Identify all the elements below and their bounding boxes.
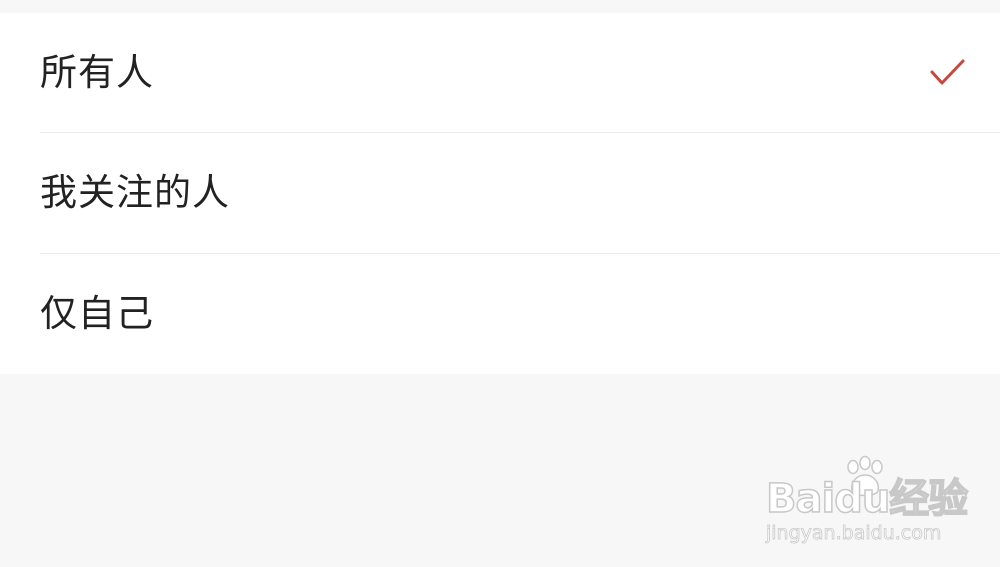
option-everyone[interactable]: 所有人	[0, 13, 1000, 133]
visibility-option-list: 所有人 我关注的人 仅自己	[0, 13, 1000, 374]
watermark-brand: Baidu经验	[765, 476, 969, 522]
checkmark-icon	[930, 59, 965, 85]
top-spacer	[0, 0, 1000, 13]
option-only-me[interactable]: 仅自己	[0, 254, 1000, 374]
baidu-jingyan-watermark: Baidu经验 jingyan.baidu.com	[762, 455, 969, 550]
watermark-url: jingyan.baidu.com	[766, 522, 942, 545]
option-label: 我关注的人	[40, 171, 230, 214]
option-following[interactable]: 我关注的人	[0, 133, 1000, 253]
option-label: 仅自己	[40, 292, 154, 335]
option-label: 所有人	[40, 51, 154, 94]
paw-icon	[847, 455, 883, 497]
